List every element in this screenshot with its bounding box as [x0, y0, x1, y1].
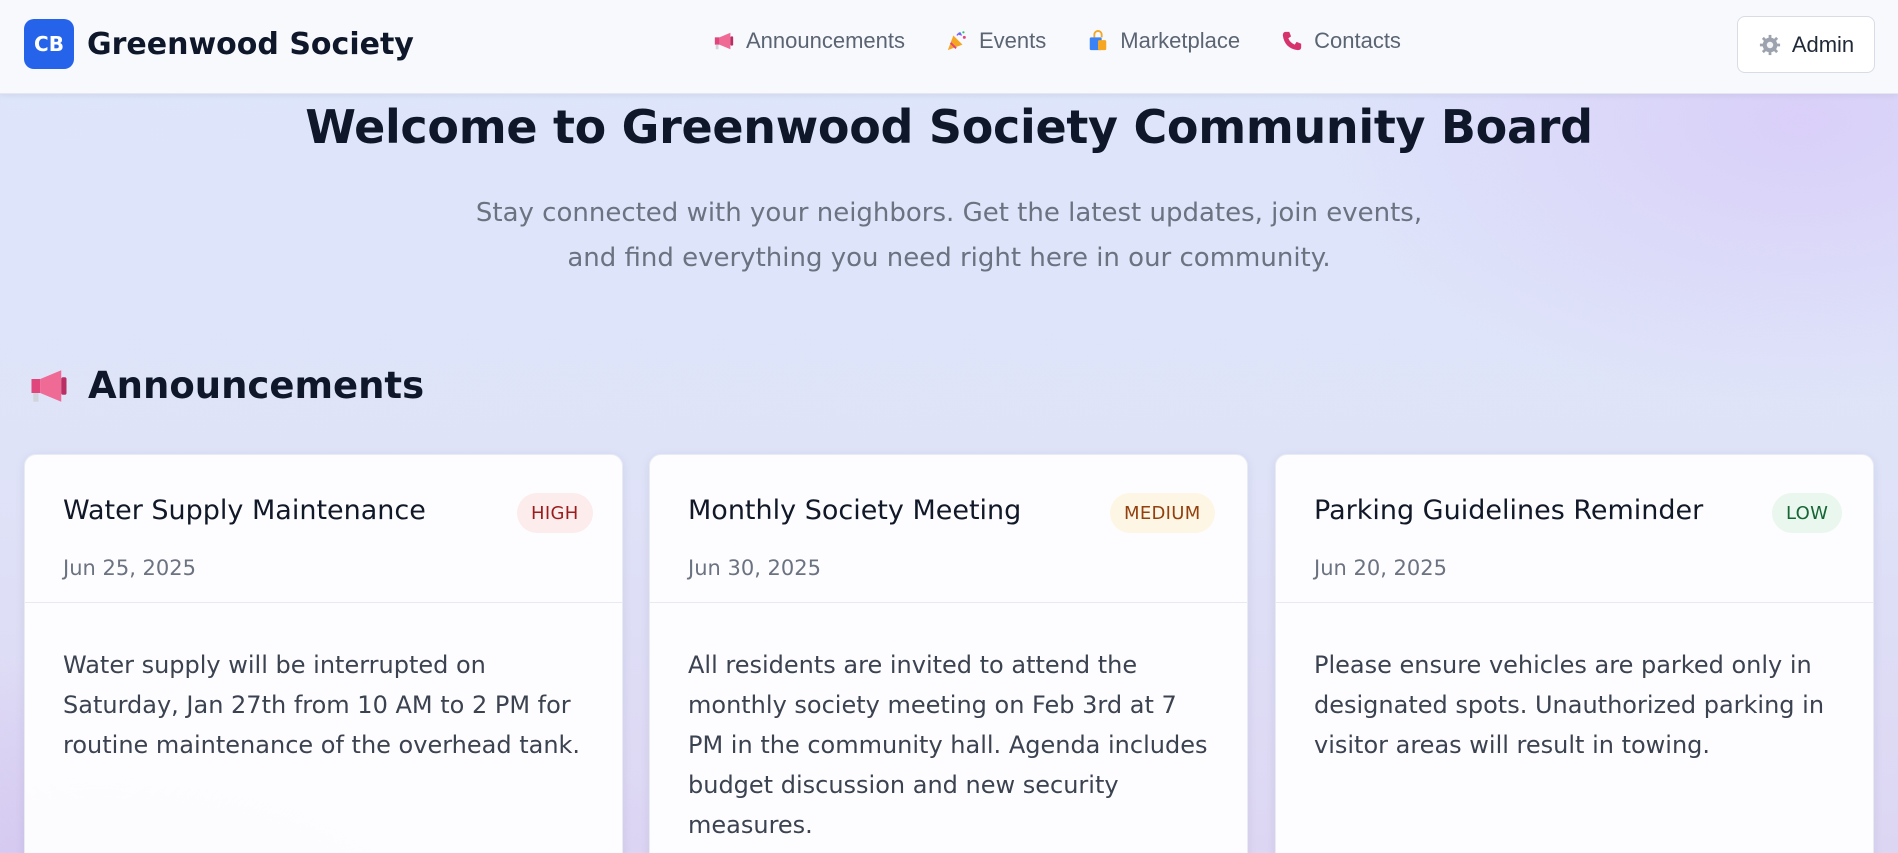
priority-badge: HIGH	[517, 493, 593, 533]
card-title: Parking Guidelines Reminder	[1314, 495, 1704, 526]
nav-label: Announcements	[746, 28, 905, 53]
announcement-card[interactable]: Water Supply Maintenance HIGH Jun 25, 20…	[24, 454, 623, 853]
megaphone-icon	[28, 365, 70, 407]
top-navbar: CB Greenwood Society Announcements Event…	[0, 0, 1898, 94]
page-subtitle: Stay connected with your neighbors. Get …	[475, 198, 1423, 273]
card-body: Water supply will be interrupted on Satu…	[63, 651, 581, 759]
card-date: Jun 20, 2025	[1314, 556, 1448, 580]
card-body: All residents are invited to attend the …	[688, 651, 1208, 839]
card-title: Water Supply Maintenance	[63, 495, 426, 526]
party-popper-icon	[945, 29, 969, 53]
brand-logo: CB	[24, 19, 74, 69]
nav-contacts[interactable]: Contacts	[1280, 28, 1401, 54]
nav-marketplace[interactable]: Marketplace	[1086, 28, 1240, 54]
card-title: Monthly Society Meeting	[688, 495, 1022, 526]
announcement-card[interactable]: Parking Guidelines Reminder LOW Jun 20, …	[1275, 454, 1874, 853]
card-header: Monthly Society Meeting MEDIUM Jun 30, 2…	[650, 455, 1247, 603]
admin-label: Admin	[1791, 31, 1855, 57]
card-body: Please ensure vehicles are parked only i…	[1314, 651, 1825, 759]
nav-label: Events	[979, 28, 1047, 53]
brand-name: Greenwood Society	[87, 26, 414, 62]
announcements-heading: Announcements	[28, 364, 424, 407]
admin-button[interactable]: Admin	[1737, 16, 1875, 73]
nav-announcements[interactable]: Announcements	[712, 28, 905, 54]
gear-icon	[1758, 33, 1782, 57]
card-date: Jun 30, 2025	[688, 556, 822, 580]
card-header: Water Supply Maintenance HIGH Jun 25, 20…	[25, 455, 622, 603]
shopping-bag-icon	[1086, 29, 1110, 53]
megaphone-icon	[712, 29, 736, 53]
page-title: Welcome to Greenwood Society Community B…	[305, 100, 1593, 154]
card-date: Jun 25, 2025	[63, 556, 197, 580]
nav-label: Marketplace	[1120, 28, 1241, 53]
card-header: Parking Guidelines Reminder LOW Jun 20, …	[1276, 455, 1873, 603]
announcement-card[interactable]: Monthly Society Meeting MEDIUM Jun 30, 2…	[649, 454, 1248, 853]
nav-events[interactable]: Events	[945, 28, 1046, 54]
priority-badge: LOW	[1772, 493, 1843, 533]
priority-badge: MEDIUM	[1110, 493, 1215, 533]
nav-label: Contacts	[1314, 28, 1401, 53]
section-title: Announcements	[88, 364, 425, 407]
brand[interactable]: CB Greenwood Society	[24, 19, 414, 69]
main-nav: Announcements Events Marketplace Contact…	[712, 28, 1441, 54]
phone-icon	[1280, 29, 1304, 53]
